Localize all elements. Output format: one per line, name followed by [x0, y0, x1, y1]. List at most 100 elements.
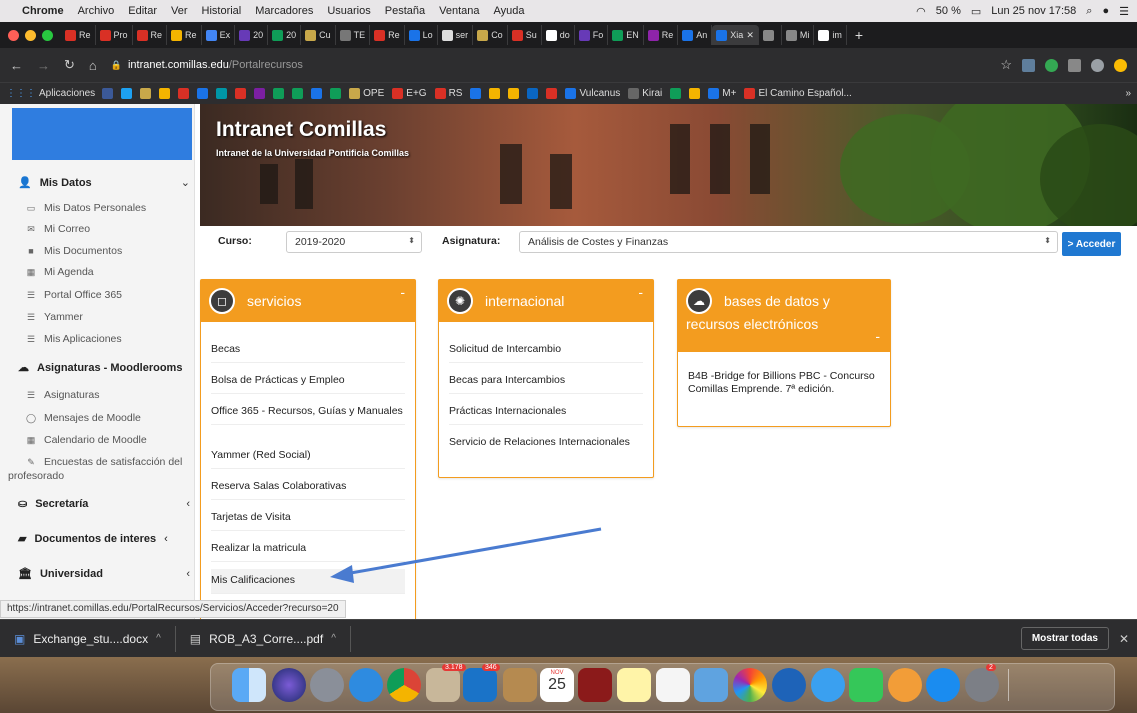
zoom-window-button[interactable]	[42, 29, 53, 41]
facetime-icon[interactable]	[849, 668, 883, 702]
more-bookmarks-icon[interactable]: »	[1125, 88, 1131, 99]
browser-tab[interactable]: im	[814, 25, 847, 45]
sidebar-section-secretaria[interactable]: ⛀ Secretaría ‹	[18, 497, 190, 511]
download-item-docx[interactable]: ▣ Exchange_stu....docx ^	[10, 625, 176, 652]
minimize-window-button[interactable]	[25, 29, 36, 41]
bookmark-item[interactable]	[508, 88, 520, 99]
bookmark-item[interactable]	[330, 88, 342, 99]
bookmark-item[interactable]	[159, 88, 171, 99]
menu-pestana[interactable]: Pestaña	[385, 5, 425, 17]
bookmark-item[interactable]	[689, 88, 701, 99]
browser-tab[interactable]: 20	[268, 25, 302, 45]
menu-archivo[interactable]: Archivo	[78, 5, 115, 17]
browser-tab[interactable]: 20	[235, 25, 269, 45]
menu-app-name[interactable]: Chrome	[22, 5, 64, 17]
internacional-link-becas[interactable]: Becas para Intercambios	[449, 373, 643, 394]
browser-tab[interactable]: Ex	[202, 25, 236, 45]
clock[interactable]: Lun 25 nov 17:58	[991, 5, 1076, 17]
menu-historial[interactable]: Historial	[202, 5, 242, 17]
outlook-icon[interactable]	[463, 668, 497, 702]
browser-tab[interactable]: Xia ✕	[712, 25, 759, 45]
apps-bookmark[interactable]: ⋮⋮⋮ Aplicaciones	[6, 88, 95, 99]
menu-ayuda[interactable]: Ayuda	[493, 5, 524, 17]
browser-tab[interactable]: Co	[473, 25, 508, 45]
bookmark-item[interactable]	[140, 88, 152, 99]
bookmark-item[interactable]	[546, 88, 558, 99]
servicio-link-becas[interactable]: Becas	[211, 342, 405, 363]
bookmark-item[interactable]	[216, 88, 228, 99]
bookmark-item[interactable]: Vulcanus	[565, 88, 620, 99]
bookmark-item[interactable]	[470, 88, 482, 99]
browser-tab[interactable]: Pro	[96, 25, 133, 45]
close-icon[interactable]: ✕	[1119, 632, 1129, 646]
new-tab-button[interactable]: +	[855, 27, 863, 43]
bases-datos-card-header[interactable]: ☁ bases de datos y recursos electrónicos…	[678, 280, 890, 352]
bookmark-item[interactable]: OPE	[349, 88, 384, 99]
chevron-up-icon[interactable]: ^	[156, 633, 161, 644]
servicio-link-reserva-salas[interactable]: Reserva Salas Colaborativas	[211, 479, 405, 500]
internacional-link-relaciones[interactable]: Servicio de Relaciones Internacionales	[449, 435, 643, 455]
dictionary-icon[interactable]	[578, 668, 612, 702]
sidebar-section-documentos[interactable]: ▰ Documentos de interes ‹	[18, 532, 190, 546]
servicio-link-calificaciones[interactable]: Mis Calificaciones	[211, 569, 405, 594]
close-tab-icon[interactable]: ✕	[746, 30, 754, 41]
books-icon[interactable]	[888, 668, 922, 702]
bookmark-item[interactable]	[102, 88, 114, 99]
bookmark-item[interactable]: El Camino Español...	[744, 88, 852, 99]
collapse-icon[interactable]: -	[638, 284, 643, 300]
internacional-card-header[interactable]: ✺ internacional -	[439, 280, 653, 322]
internacional-link-solicitud[interactable]: Solicitud de Intercambio	[449, 342, 643, 363]
sidebar-item-encuestas[interactable]: ✎ Encuestas de satisfacción del	[26, 456, 182, 468]
forward-icon[interactable]: →	[37, 58, 50, 73]
menu-ventana[interactable]: Ventana	[439, 5, 479, 17]
sidebar-section-mis-datos[interactable]: 👤 Mis Datos ⌄	[18, 176, 190, 190]
quicktime-icon[interactable]	[772, 668, 806, 702]
asignatura-select[interactable]: Análisis de Costes y Finanzas ⬍	[519, 231, 1058, 253]
site-logo[interactable]	[12, 108, 192, 160]
internacional-link-practicas[interactable]: Prácticas Internacionales	[449, 404, 643, 425]
photos-icon[interactable]	[733, 668, 767, 702]
profile-icon[interactable]	[1091, 58, 1104, 72]
bookmark-item[interactable]	[489, 88, 501, 99]
home-icon[interactable]: ⌂	[89, 58, 97, 73]
bookmark-item[interactable]: RS	[434, 88, 462, 99]
bookmark-item[interactable]	[254, 88, 266, 99]
servicio-link-yammer[interactable]: Yammer (Red Social)	[211, 448, 405, 469]
servicio-link-bolsa-practicas[interactable]: Bolsa de Prácticas y Empleo	[211, 373, 405, 394]
battery-icon[interactable]: ▭	[971, 5, 981, 18]
servicio-link-matricula[interactable]: Realizar la matricula	[211, 541, 405, 562]
sidebar-item-mi-agenda[interactable]: ▦ Mi Agenda	[26, 266, 94, 278]
battery-percent[interactable]: 50 %	[936, 5, 961, 17]
browser-tab[interactable]: Cu	[301, 25, 336, 45]
menu-editar[interactable]: Editar	[128, 5, 157, 17]
bookmark-item[interactable]	[670, 88, 682, 99]
contacts-icon[interactable]	[503, 668, 537, 702]
extension-icon-3[interactable]	[1068, 58, 1081, 72]
siri-icon[interactable]: ●	[1102, 5, 1109, 17]
calendar-app-icon[interactable]: NOV 25	[540, 668, 574, 702]
bookmark-item[interactable]	[235, 88, 247, 99]
mail-app-icon[interactable]	[426, 668, 460, 702]
browser-tab[interactable]: Su	[508, 25, 542, 45]
sidebar-item-mi-correo[interactable]: ✉ Mi Correo	[26, 223, 90, 235]
sidebar-item-mis-aplicaciones[interactable]: ☰ Mis Aplicaciones	[26, 333, 122, 345]
notification-center-icon[interactable]: ☰	[1119, 5, 1129, 18]
browser-tab[interactable]: TE	[336, 25, 371, 45]
bookmark-item[interactable]: E+G	[392, 88, 427, 99]
wifi-icon[interactable]: ◠	[916, 5, 926, 18]
sidebar-section-universidad[interactable]: 🏛 Universidad ‹	[18, 567, 190, 581]
bookmark-item[interactable]: Kirai	[628, 88, 662, 99]
bases-link-b4b[interactable]: B4B -Bridge for Billions PBC - Concurso …	[688, 370, 876, 402]
chrome-dock-icon[interactable]	[387, 668, 421, 702]
sidebar-item-mis-datos-personales[interactable]: ▭ Mis Datos Personales	[26, 202, 146, 214]
browser-tab[interactable]: do	[542, 25, 575, 45]
browser-tab[interactable]: Re	[370, 25, 405, 45]
bookmark-item[interactable]	[311, 88, 323, 99]
app-store-icon[interactable]	[926, 668, 960, 702]
notes-icon[interactable]	[617, 668, 651, 702]
browser-tab[interactable]: Lo	[405, 25, 438, 45]
browser-tab[interactable]: Mi	[782, 25, 815, 45]
show-all-downloads-button[interactable]: Mostrar todas	[1020, 627, 1109, 650]
collapse-icon[interactable]: -	[875, 328, 880, 344]
back-icon[interactable]: ←	[10, 58, 23, 73]
